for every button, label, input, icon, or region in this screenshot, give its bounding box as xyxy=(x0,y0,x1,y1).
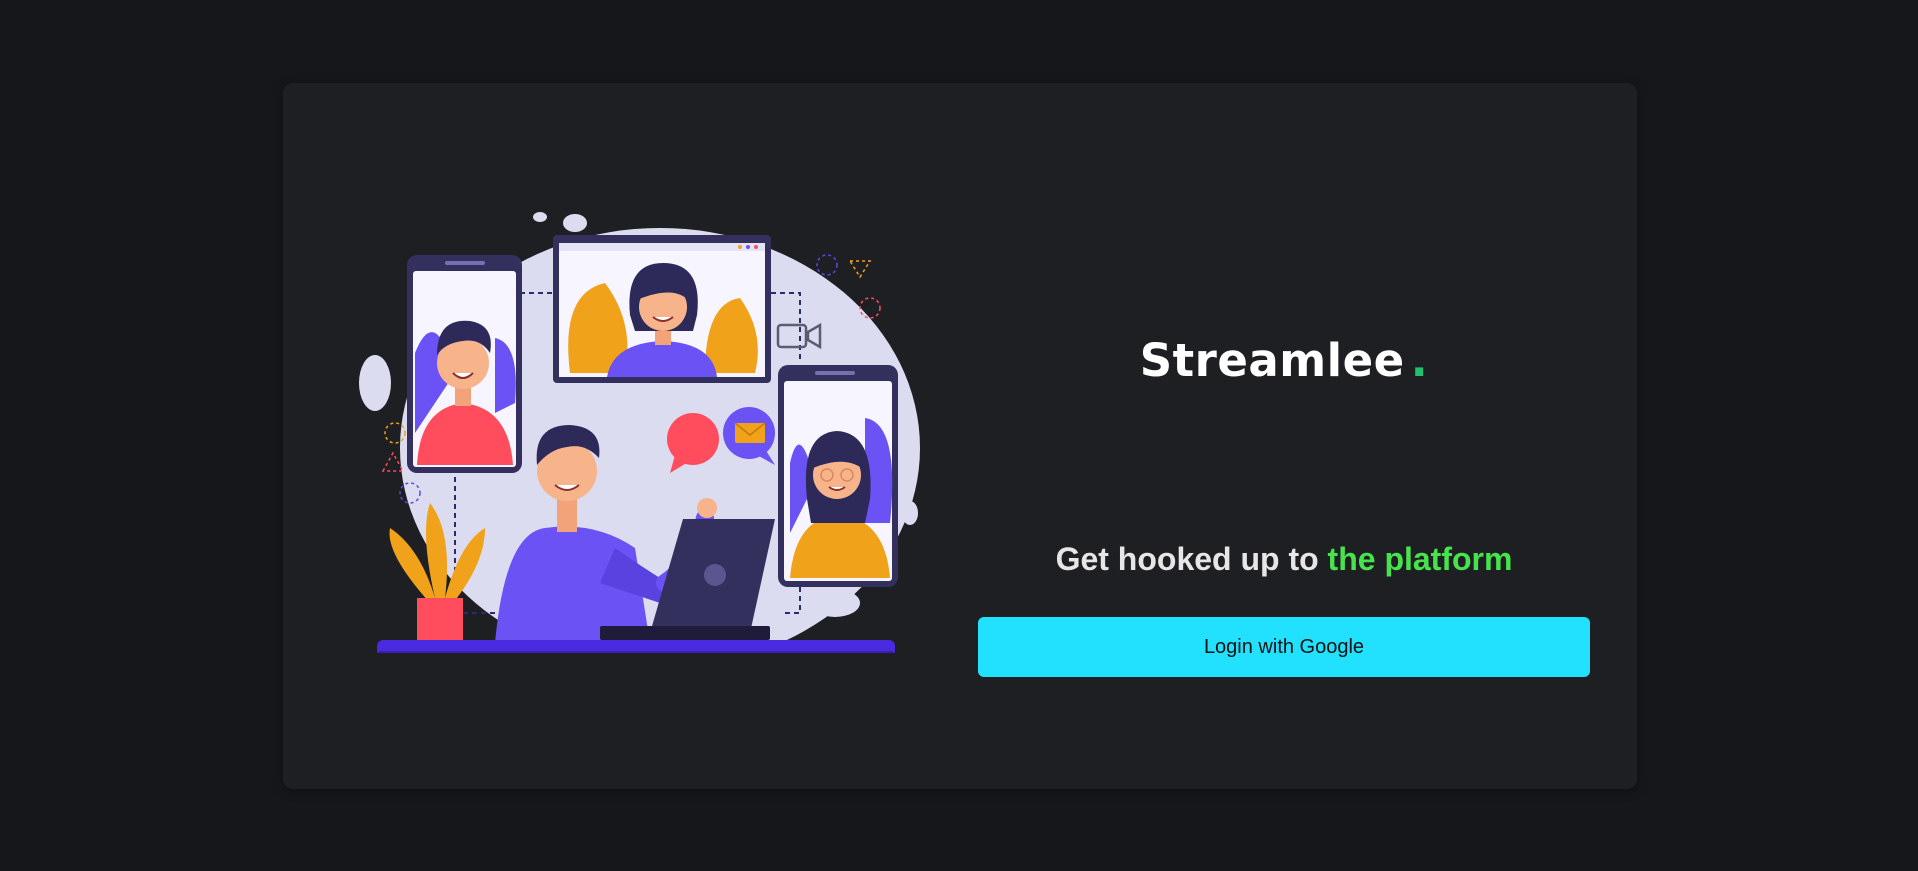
brand-logo: Streamlee. xyxy=(978,338,1590,383)
tagline-prefix: Get hooked up to xyxy=(1055,541,1328,577)
video-call-illustration xyxy=(359,212,920,653)
brand-dot: . xyxy=(1410,334,1429,387)
tagline: Get hooked up to the platform xyxy=(978,543,1590,575)
login-card: Streamlee. Get hooked up to the platform… xyxy=(283,83,1637,789)
login-panel: Streamlee. Get hooked up to the platform… xyxy=(978,83,1590,789)
login-with-google-button[interactable]: Login with Google xyxy=(978,617,1590,677)
tagline-highlight: the platform xyxy=(1327,541,1513,577)
brand-name: Streamlee xyxy=(1139,334,1405,387)
